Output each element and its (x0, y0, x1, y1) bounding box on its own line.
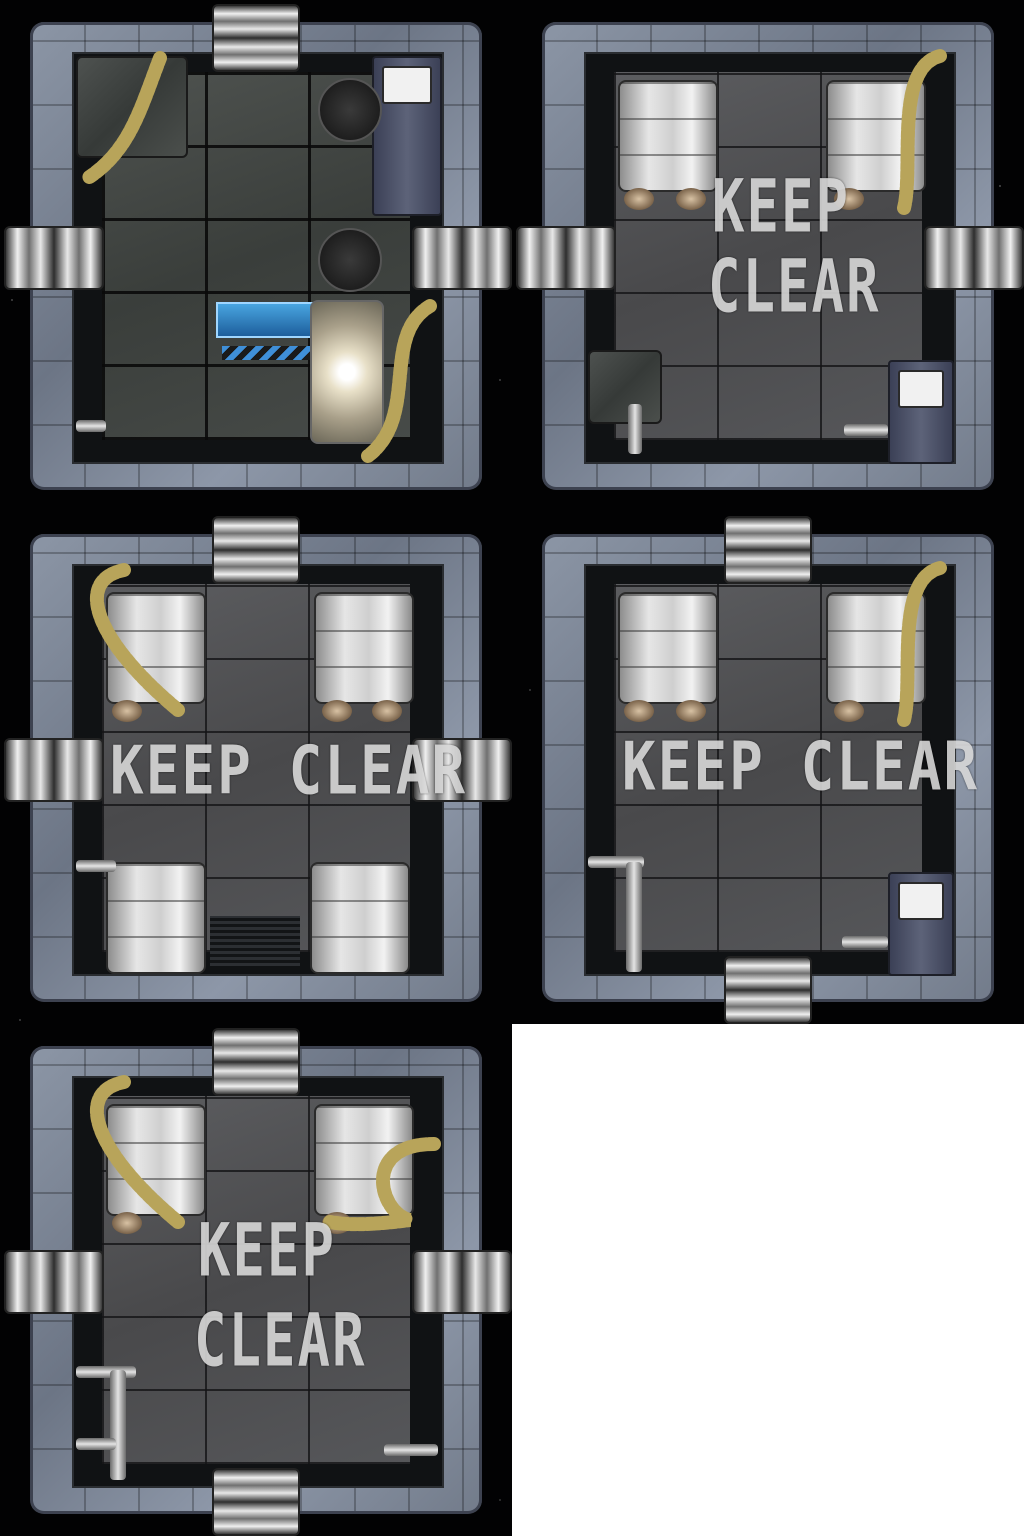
hose (323, 1137, 441, 1232)
floor-stencil: KEEP CLEAR (622, 728, 980, 807)
floor-stencil-line-2: CLEAR (194, 1297, 367, 1383)
pipe (76, 860, 116, 872)
hose (361, 299, 437, 463)
tank[interactable] (310, 862, 410, 974)
hazard-stripes (222, 346, 322, 360)
door-bottom[interactable] (212, 1468, 300, 1536)
door-left[interactable] (516, 226, 616, 290)
sink-basin (898, 882, 944, 920)
sink-basin (382, 66, 432, 104)
tank[interactable] (106, 862, 206, 974)
pipe-tee (626, 862, 642, 972)
door-top[interactable] (212, 1028, 300, 1096)
pipe-elbow (844, 424, 888, 436)
sink-console[interactable] (888, 360, 954, 464)
pipe-elbow (76, 420, 106, 432)
map-tile-4[interactable]: KEEP CLEAR (512, 512, 1024, 1024)
door-left[interactable] (4, 226, 104, 290)
pipe-elbow (384, 1444, 438, 1456)
sink-console[interactable] (372, 56, 442, 216)
door-right[interactable] (412, 226, 512, 290)
door-bottom[interactable] (724, 956, 812, 1024)
map-tile-2[interactable]: KEEP CLEAR (512, 0, 1024, 512)
hose (90, 563, 185, 717)
valve (372, 700, 402, 722)
tank[interactable] (314, 592, 414, 704)
sink-console[interactable] (888, 872, 954, 976)
pipe-tee (110, 1370, 126, 1480)
hose (897, 561, 947, 727)
sink-basin (898, 370, 944, 408)
pipe-elbow (842, 936, 888, 948)
floor-grates (210, 916, 300, 966)
hose (897, 49, 947, 215)
pipe-tee (76, 1438, 116, 1450)
map-tile-1[interactable] (0, 0, 512, 512)
pipe-tee (76, 1366, 136, 1378)
floor-stencil-line-1: KEEP (712, 163, 851, 249)
floor-hatch[interactable] (318, 78, 382, 142)
floor-hatch[interactable] (318, 228, 382, 292)
hose (90, 1075, 185, 1229)
floor-stencil-line-1: KEEP (198, 1207, 337, 1293)
door-right[interactable] (924, 226, 1024, 290)
floor-stencil-line-2: CLEAR (708, 243, 881, 329)
door-top[interactable] (212, 4, 300, 72)
door-top[interactable] (212, 516, 300, 584)
valve (624, 188, 654, 210)
door-top[interactable] (724, 516, 812, 584)
pipe (628, 404, 642, 454)
door-left[interactable] (4, 738, 104, 802)
map-tile-5[interactable]: KEEP CLEAR (0, 1024, 512, 1536)
door-left[interactable] (4, 1250, 104, 1314)
valve (676, 188, 706, 210)
map-tile-3[interactable]: KEEP CLEAR (0, 512, 512, 1024)
blank-slot (512, 1024, 1024, 1536)
valve (322, 700, 352, 722)
hose (81, 51, 167, 185)
valve (676, 700, 706, 722)
door-right[interactable] (412, 1250, 512, 1314)
valve (624, 700, 654, 722)
floor-stencil: KEEP CLEAR (110, 732, 468, 811)
tank[interactable] (618, 592, 718, 704)
machine[interactable] (588, 350, 662, 424)
valve (834, 700, 864, 722)
tank[interactable] (618, 80, 718, 192)
